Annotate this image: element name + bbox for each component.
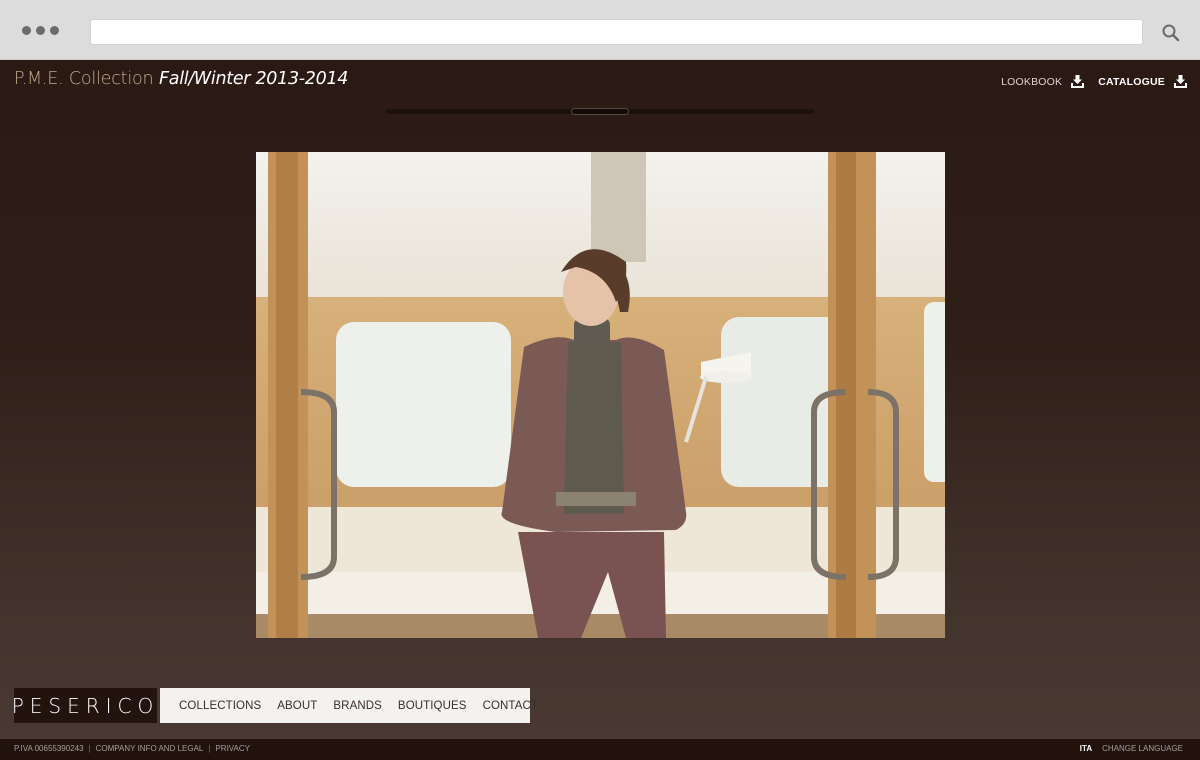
change-language-link[interactable]: CHANGE LANGUAGE (1102, 744, 1183, 753)
collection-title: P.M.E. Collection (14, 69, 154, 89)
three-dots-icon[interactable] (22, 26, 59, 35)
nav-item-contact[interactable]: CONTACT (483, 700, 538, 712)
main-nav: COLLECTIONS ABOUT BRANDS BOUTIQUES CONTA… (160, 688, 538, 723)
company-info-link[interactable]: COMPANY INFO AND LEGAL (96, 744, 204, 753)
lookbook-photo (256, 152, 945, 638)
footer-bar: P.IVA 00655390243 | COMPANY INFO AND LEG… (0, 739, 1200, 760)
nav-item-collections[interactable]: COLLECTIONS (179, 700, 261, 712)
photo-illustration (256, 152, 945, 638)
top-actions: LOOKBOOK CATALOGUE (1001, 74, 1188, 89)
download-icon[interactable] (1070, 74, 1085, 89)
browser-chrome (0, 0, 1200, 60)
privacy-link[interactable]: PRIVACY (215, 744, 250, 753)
peserico-logo[interactable]: PESERICO (11, 688, 160, 723)
current-language[interactable]: ITA (1080, 744, 1092, 753)
separator: | (208, 744, 211, 753)
gallery-scrollbar[interactable] (386, 108, 814, 115)
separator: | (88, 744, 91, 753)
nav-item-about[interactable]: ABOUT (277, 700, 317, 712)
nav-item-boutiques[interactable]: BOUTIQUES (398, 700, 467, 712)
vat-number: P.IVA 00655390243 (14, 744, 84, 753)
search-icon[interactable] (1160, 22, 1182, 44)
legal-links: P.IVA 00655390243 | COMPANY INFO AND LEG… (14, 744, 250, 753)
language-switcher: ITA CHANGE LANGUAGE (1080, 744, 1183, 753)
logo-text: PESERICO (11, 693, 160, 718)
catalogue-link[interactable]: CATALOGUE (1098, 76, 1165, 88)
dot (50, 26, 59, 35)
page: P.M.E. Collection Fall/Winter 2013-2014 … (0, 60, 1200, 760)
lookbook-link[interactable]: LOOKBOOK (1001, 76, 1062, 88)
address-bar[interactable] (90, 19, 1143, 45)
gallery-scroll-thumb[interactable] (571, 108, 629, 115)
season-title: Fall/Winter 2013-2014 (159, 69, 349, 89)
dot (22, 26, 31, 35)
download-icon[interactable] (1173, 74, 1188, 89)
dot (36, 26, 45, 35)
nav-item-brands[interactable]: BRANDS (333, 700, 382, 712)
